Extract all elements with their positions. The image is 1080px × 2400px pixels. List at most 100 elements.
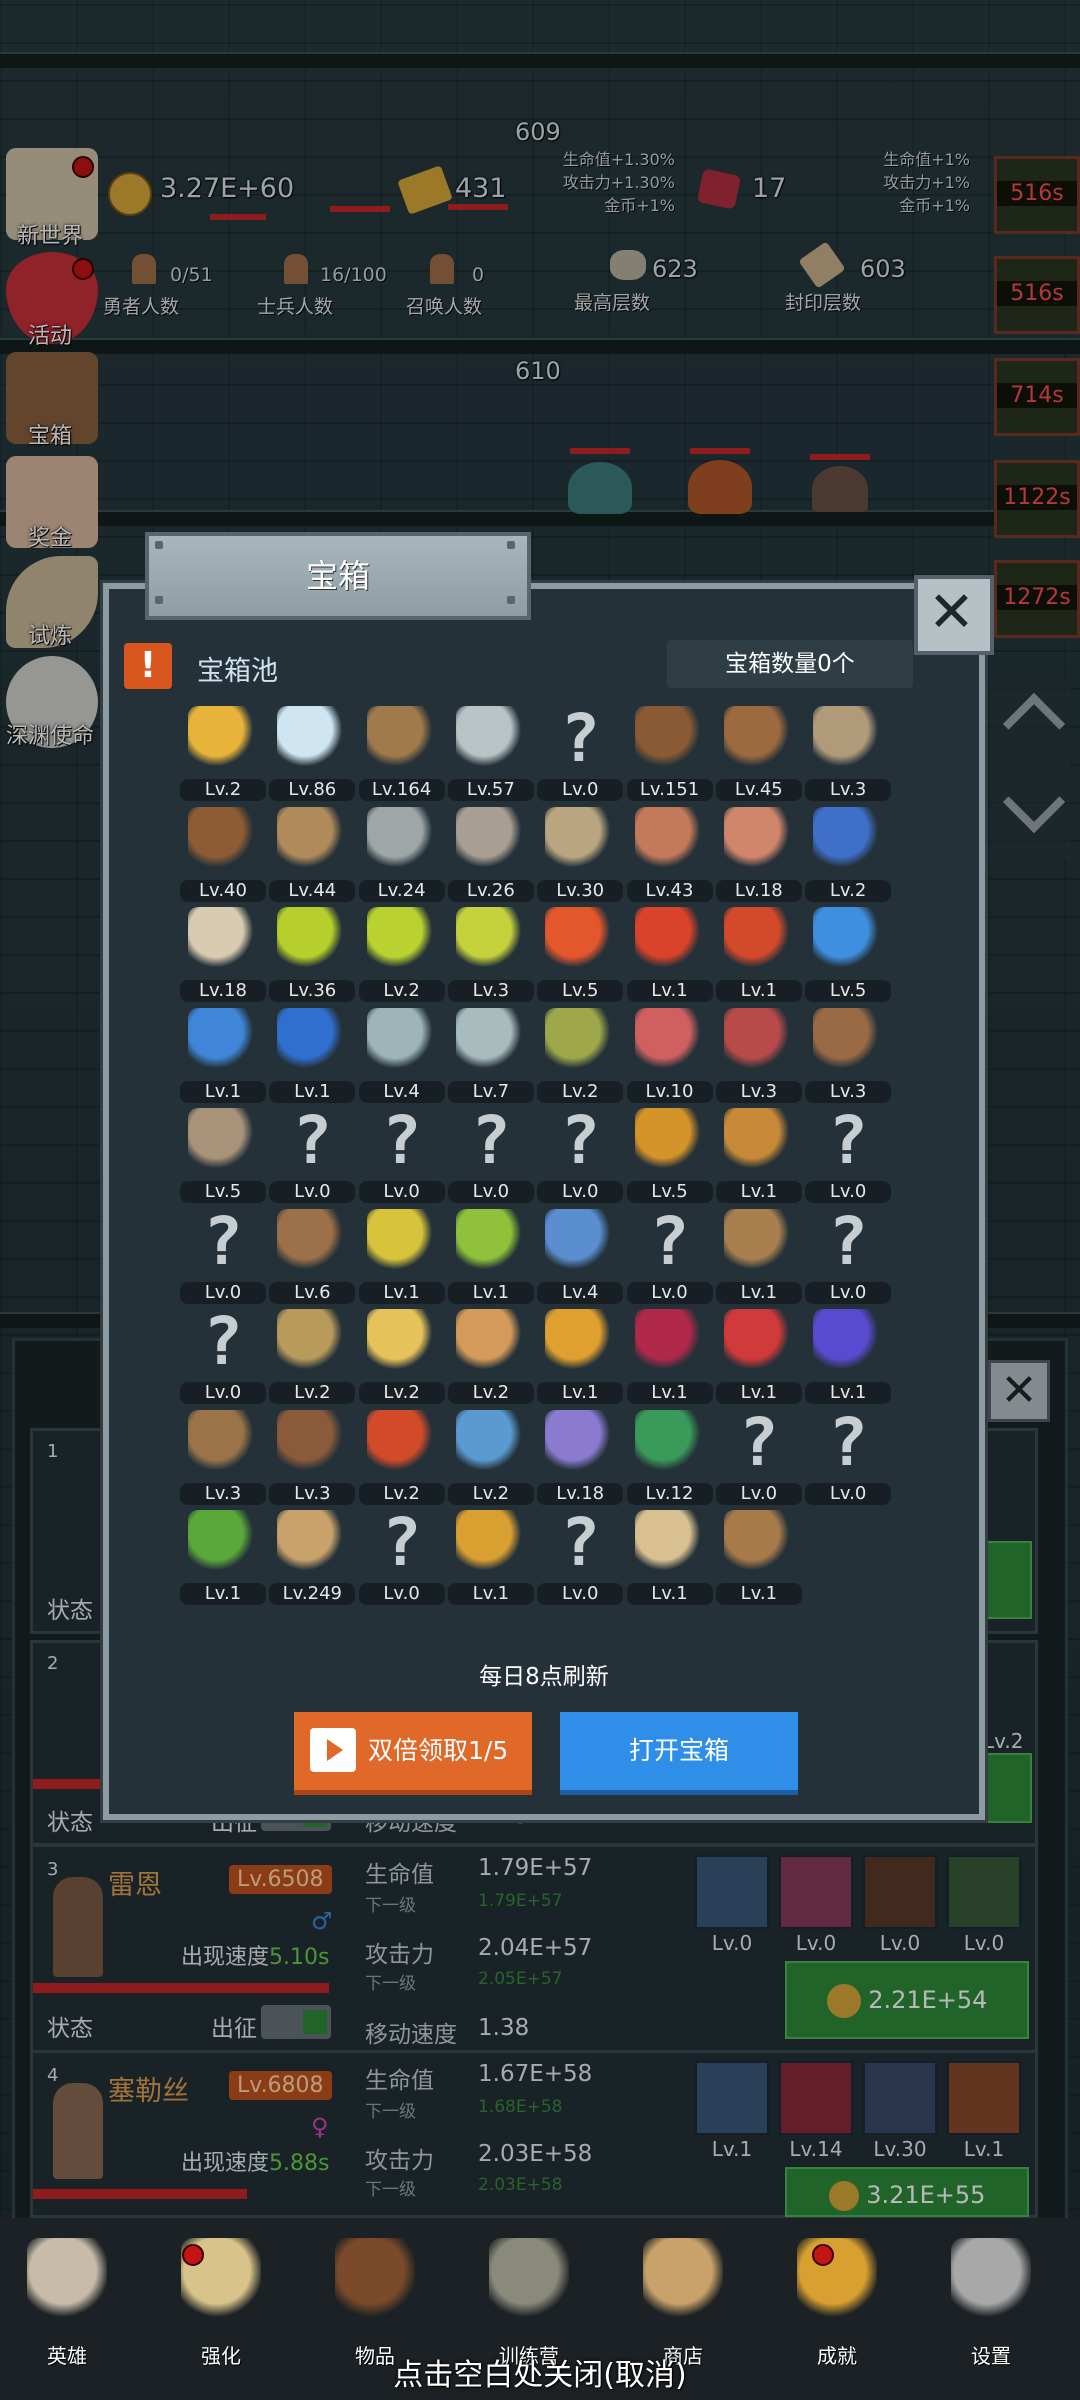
ham-icon (634, 806, 705, 873)
reward-item[interactable]: Lv.3 (269, 1406, 356, 1505)
reward-item[interactable]: Lv.3 (180, 1406, 266, 1505)
reward-item[interactable]: Lv.1 (715, 1205, 802, 1304)
glass-bottle-icon (455, 1007, 526, 1074)
reward-item[interactable]: ? Lv.0 (447, 1104, 534, 1203)
reward-item[interactable]: Lv.18 (715, 803, 802, 902)
reward-item[interactable]: Lv.3 (447, 903, 534, 1002)
reward-item[interactable]: Lv.2 (537, 1004, 624, 1103)
reward-item[interactable]: Lv.2 (805, 803, 892, 902)
reward-item[interactable]: ? Lv.0 (358, 1104, 445, 1203)
reward-item[interactable]: Lv.1 (715, 1506, 802, 1605)
item-level: Lv.1 (715, 1181, 802, 1203)
nav-item[interactable]: 训练营 (464, 2228, 594, 2368)
reward-item[interactable]: Lv.30 (537, 803, 624, 902)
reward-item[interactable]: Lv.26 (447, 803, 534, 902)
item-level: Lv.1 (180, 1583, 266, 1605)
reward-item[interactable]: Lv.12 (626, 1406, 713, 1505)
reward-item[interactable]: Lv.45 (715, 702, 802, 801)
yellow-potion-icon (455, 907, 526, 973)
nav-item[interactable]: 英雄 (2, 2228, 132, 2368)
reward-item[interactable]: Lv.4 (537, 1205, 624, 1304)
leather-boot-icon (813, 1007, 884, 1074)
reward-item[interactable]: Lv.5 (180, 1104, 266, 1203)
reward-item[interactable]: Lv.1 (715, 903, 802, 1002)
chest-pool-label: 宝箱池 (197, 656, 278, 687)
reward-item[interactable]: Lv.5 (805, 903, 892, 1002)
reward-item[interactable]: Lv.43 (626, 803, 713, 902)
reward-item[interactable]: Lv.2 (358, 1305, 445, 1404)
reward-item[interactable]: Lv.1 (805, 1305, 892, 1404)
reward-item[interactable]: Lv.57 (447, 702, 534, 801)
reward-item[interactable]: ? Lv.0 (805, 1406, 892, 1505)
green-bottle-icon (545, 1007, 616, 1074)
reward-item[interactable]: ? Lv.0 (180, 1303, 266, 1404)
reward-item[interactable]: Lv.1 (447, 1506, 534, 1605)
reward-item[interactable]: Lv.2 (180, 702, 266, 801)
item-level: Lv.0 (715, 1482, 802, 1505)
reward-item[interactable]: ? Lv.0 (537, 1104, 624, 1203)
reward-item[interactable]: ? Lv.0 (537, 702, 624, 801)
reward-item[interactable]: Lv.1 (626, 1506, 713, 1605)
reward-item[interactable]: Lv.1 (180, 1004, 266, 1103)
reward-item[interactable]: ? Lv.0 (626, 1205, 713, 1304)
unknown-icon: ? (203, 1303, 243, 1380)
reward-item[interactable]: Lv.5 (537, 903, 624, 1002)
double-claim-button[interactable]: 双倍领取1/5 (294, 1712, 532, 1795)
nav-item[interactable]: 商店 (618, 2228, 748, 2368)
reward-item[interactable]: ? Lv.0 (537, 1506, 624, 1605)
reward-item[interactable]: Lv.2 (447, 1406, 534, 1505)
hammer-icon (455, 806, 526, 873)
reward-item[interactable]: Lv.44 (269, 803, 356, 902)
emerald-amulet-icon (634, 1409, 705, 1476)
reward-item[interactable]: Lv.1 (626, 903, 713, 1002)
open-chest-button[interactable]: 打开宝箱 (560, 1712, 798, 1795)
reward-item[interactable]: Lv.2 (358, 1406, 445, 1505)
reward-item[interactable]: Lv.1 (537, 1305, 624, 1404)
reward-item[interactable]: Lv.6 (269, 1205, 356, 1304)
reward-item[interactable]: Lv.2 (269, 1305, 356, 1404)
close-dialog-button[interactable]: ✕ (914, 575, 994, 655)
reward-item[interactable]: Lv.1 (358, 1205, 445, 1304)
reward-item[interactable]: Lv.3 (805, 1004, 892, 1103)
reward-item[interactable]: Lv.36 (269, 903, 356, 1002)
nav-item[interactable]: 设置 (926, 2228, 1056, 2368)
item-level: Lv.164 (358, 779, 445, 801)
reward-item[interactable]: Lv.1 (715, 1104, 802, 1203)
reward-item[interactable]: Lv.164 (358, 702, 445, 801)
mug-icon (643, 2238, 723, 2320)
reward-item[interactable]: Lv.1 (715, 1305, 802, 1404)
reward-item[interactable]: Lv.10 (626, 1004, 713, 1103)
nav-item[interactable]: 物品 (310, 2228, 440, 2368)
nav-item[interactable]: 强化 (156, 2228, 286, 2368)
steak-icon (723, 806, 794, 873)
reward-item[interactable]: Lv.5 (626, 1104, 713, 1203)
reward-item[interactable]: ? Lv.0 (180, 1205, 266, 1304)
reward-item[interactable]: Lv.40 (180, 803, 266, 902)
reward-item[interactable]: Lv.1 (180, 1506, 266, 1605)
reward-item[interactable]: Lv.3 (715, 1004, 802, 1103)
reward-item[interactable]: Lv.2 (447, 1305, 534, 1404)
reward-item[interactable]: Lv.18 (180, 903, 266, 1002)
reward-item[interactable]: Lv.3 (805, 702, 892, 801)
reward-item[interactable]: ? Lv.0 (805, 1104, 892, 1203)
blue-potion-icon (813, 907, 884, 973)
reward-item[interactable]: Lv.86 (269, 702, 356, 801)
reward-item[interactable]: Lv.7 (447, 1004, 534, 1103)
reward-item[interactable]: ? Lv.0 (805, 1205, 892, 1304)
reward-item[interactable]: Lv.151 (626, 702, 713, 801)
item-level: Lv.5 (537, 980, 624, 1002)
reward-item[interactable]: ? Lv.0 (358, 1506, 445, 1605)
reward-item[interactable]: Lv.1 (269, 1004, 356, 1103)
reward-item[interactable]: Lv.1 (447, 1205, 534, 1304)
reward-item[interactable]: ? Lv.0 (715, 1406, 802, 1505)
reward-item[interactable]: Lv.249 (269, 1506, 356, 1605)
item-level: Lv.1 (447, 1281, 534, 1304)
nav-item[interactable]: 成就 (772, 2228, 902, 2368)
reward-item[interactable]: Lv.2 (358, 903, 445, 1002)
reward-item[interactable]: ? Lv.0 (269, 1104, 356, 1203)
reward-item[interactable]: Lv.18 (537, 1406, 624, 1505)
reward-item[interactable]: Lv.4 (358, 1004, 445, 1103)
lime-icon (455, 1208, 526, 1275)
reward-item[interactable]: Lv.1 (626, 1305, 713, 1404)
reward-item[interactable]: Lv.24 (358, 803, 445, 902)
